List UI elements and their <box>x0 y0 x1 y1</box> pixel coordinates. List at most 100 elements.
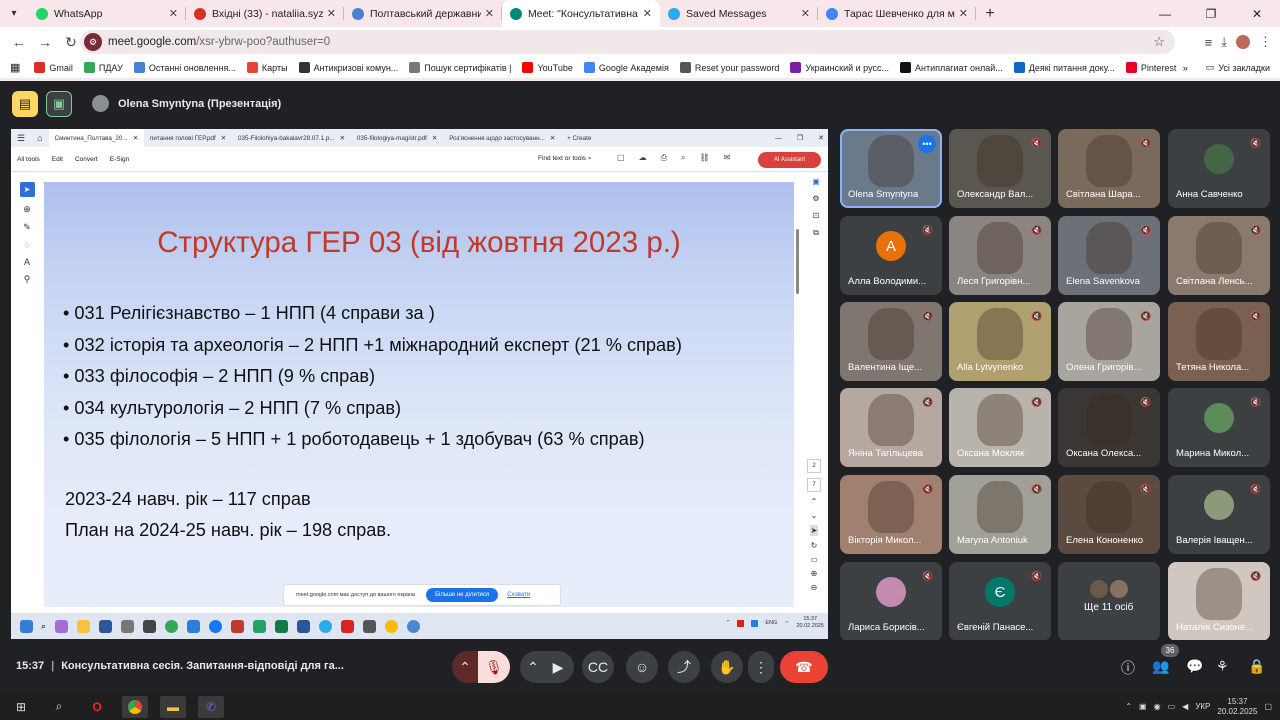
text-tool-icon[interactable]: A <box>24 257 30 267</box>
bookmark-item[interactable]: Украинский и русс... <box>790 62 889 73</box>
search-icon[interactable]: ⌕ <box>46 696 72 718</box>
chevron-down-small-icon[interactable]: ⌄ <box>811 511 818 520</box>
pdf-minimize-icon[interactable]: — <box>775 135 782 142</box>
pdf-tab[interactable]: 035-Filolohiya-bakalavr28.07.1.p... ✕ <box>232 129 351 147</box>
pdf-tab[interactable]: Сминтина_Полтава_20... ✕ <box>48 129 144 147</box>
bookmark-item[interactable]: Google Академія <box>583 62 669 73</box>
tool-esign[interactable]: E-Sign <box>110 156 130 163</box>
minimize-icon[interactable]: — <box>1142 0 1188 27</box>
pdf-tab-close-icon[interactable]: ✕ <box>432 135 437 142</box>
search-doc-icon[interactable]: ⌕ <box>681 153 685 163</box>
leave-call-button[interactable]: ☎ <box>780 651 828 683</box>
ai-assistant-button[interactable]: AI Assistant <box>758 152 821 168</box>
pdf-tab[interactable]: питання голові ГЕР.pdf ✕ <box>144 129 232 147</box>
participant-tile[interactable]: 🔇 Світлана Ленсь... <box>1168 216 1270 295</box>
info-icon[interactable]: ⓘ <box>1121 658 1135 678</box>
bookmark-item[interactable]: Пошук сертифікатів | <box>409 62 511 73</box>
browser-tab[interactable]: Saved Messages ✕ <box>660 0 818 27</box>
tab-close-icon[interactable]: ✕ <box>169 7 178 20</box>
forward-icon[interactable]: → <box>32 34 58 50</box>
bookmark-star-icon[interactable]: ☆ <box>1153 34 1165 50</box>
participant-tile[interactable]: 🔇 Elena Savenkova <box>1058 216 1160 295</box>
browser-tab[interactable]: Тарас Шевченко для молоді - ✕ <box>818 0 976 27</box>
participant-tile[interactable]: 🔇 Оксана Олекса... <box>1058 388 1160 467</box>
pdf-restore-icon[interactable]: ❐ <box>797 134 803 142</box>
pdf-home-icon[interactable]: ⌂ <box>31 129 48 147</box>
participant-tile[interactable]: 🔇 Анна Савченко <box>1168 129 1270 208</box>
pdf-tab[interactable]: 035-filologiya-magistr.pdf ✕ <box>351 129 443 147</box>
participant-tile[interactable]: 🔇 Марина Микол... <box>1168 388 1270 467</box>
pdf-tab-close-icon[interactable]: ✕ <box>340 135 345 142</box>
cursor-tool-icon[interactable]: ➤ <box>19 182 35 197</box>
tab-close-icon[interactable]: ✕ <box>643 7 652 20</box>
more-options-button[interactable]: ⋮ <box>748 651 774 683</box>
bookmark-item[interactable]: Антикризові комун... <box>298 62 398 73</box>
presentation-toggle-icon[interactable]: ▤ <box>12 91 38 117</box>
pdf-tab-close-icon[interactable]: ✕ <box>550 135 555 142</box>
participant-tile[interactable]: 🔇 Елена Кононенко <box>1058 475 1160 554</box>
participant-tile[interactable]: 🔇 Maryna Antoniuk <box>949 475 1051 554</box>
pen-tool-icon[interactable]: ✎ <box>23 222 31 233</box>
people-icon[interactable]: 👥 <box>1152 658 1169 675</box>
pdf-scrollbar[interactable] <box>796 229 799 294</box>
participant-tile[interactable]: ••• Olena Smyntyna <box>840 129 942 208</box>
bookmark-item[interactable]: Останні оновлення... <box>133 62 236 73</box>
zoom-out-icon[interactable]: ⊖ <box>811 583 818 592</box>
bookmark-item[interactable]: Деякі питання доку... <box>1013 62 1115 73</box>
participant-tile[interactable]: 🔇 Наталія Сизоне... <box>1168 562 1270 641</box>
file-explorer-icon[interactable]: ▬ <box>160 695 186 718</box>
tab-search-button[interactable]: ▾ <box>0 0 28 27</box>
tray-overflow-icon[interactable]: ⌃ <box>1125 702 1132 711</box>
notification-icon[interactable]: ▢ <box>1264 702 1272 711</box>
all-bookmarks-link[interactable]: Усі закладки <box>1218 63 1270 73</box>
chevron-up-icon[interactable]: ⌃ <box>811 497 818 506</box>
present-button[interactable]: ⤴ <box>668 651 700 683</box>
apps-grid-icon[interactable]: ▦ <box>10 61 20 74</box>
os-clock[interactable]: 15:37 20.02.2025 <box>1217 697 1257 717</box>
captions-button[interactable]: CC <box>582 651 614 683</box>
bookmark-item[interactable]: Reset your password <box>679 62 779 73</box>
pdf-tab-close-icon[interactable]: ✕ <box>221 135 226 142</box>
bookmark-panel-icon[interactable]: ⊡ <box>813 211 820 220</box>
profile-avatar[interactable] <box>1236 35 1250 49</box>
participant-tile[interactable]: 🔇 Яніна Тагільцева <box>840 388 942 467</box>
tab-close-icon[interactable]: ✕ <box>327 7 336 20</box>
browser-tab[interactable]: Meet: "Консультативна сесі ✕ <box>502 0 660 27</box>
hide-notice-link[interactable]: Сховати <box>507 592 530 598</box>
menu-icon[interactable]: ⋮ <box>1259 34 1272 50</box>
participant-tile[interactable]: 🔇 Лариса Борисів... <box>840 562 942 641</box>
tab-close-icon[interactable]: ✕ <box>959 7 968 20</box>
tool-edit[interactable]: Edit <box>52 156 63 163</box>
page-number[interactable]: 2 <box>807 459 821 473</box>
participant-tile[interactable]: Ще 11 осіб <box>1058 562 1160 641</box>
chrome-icon[interactable] <box>122 695 148 718</box>
browser-tab[interactable]: Вхідні (33) - nataliia.syzonenko ✕ <box>186 0 344 27</box>
pdf-close-icon[interactable]: ✕ <box>818 134 824 142</box>
windows-start-icon[interactable]: ⊞ <box>8 696 34 718</box>
tab-close-icon[interactable]: ✕ <box>485 7 494 20</box>
restore-icon[interactable]: ❐ <box>1188 0 1234 27</box>
participant-tile[interactable]: 🔇 Alla Lytvynenko <box>949 302 1051 381</box>
lasso-tool-icon[interactable]: ◌ <box>24 240 29 250</box>
stamp-tool-icon[interactable]: ⚲ <box>24 274 31 285</box>
zoom-in-icon[interactable]: ⊕ <box>811 569 818 578</box>
network-icon[interactable]: ▭ <box>1168 702 1176 711</box>
tool-all-tools[interactable]: All tools <box>17 156 40 163</box>
page-icon[interactable]: ▭ <box>810 555 818 564</box>
participant-tile[interactable]: 🔇 Леся Григорівн... <box>949 216 1051 295</box>
reactions-button[interactable]: ☺ <box>626 651 658 683</box>
download-icon[interactable]: ⤓ <box>1221 34 1227 50</box>
bookmark-item[interactable]: Pinterest <box>1125 62 1176 73</box>
print-icon[interactable]: ⎙ <box>661 153 667 163</box>
participant-tile[interactable]: 🔇 Валентина Іще... <box>840 302 942 381</box>
participant-tile[interactable]: 🔇 Оксана Мокляк <box>949 388 1051 467</box>
participant-tile[interactable]: 🔇 Валерія Іващен... <box>1168 475 1270 554</box>
back-icon[interactable]: ← <box>6 34 32 50</box>
camera-button[interactable]: ▶ <box>542 651 574 683</box>
chat-icon[interactable]: 💬 <box>1186 658 1203 675</box>
bookmark-item[interactable]: YouTube <box>522 62 573 73</box>
participant-tile[interactable]: 🔇 Вікторія Микол... <box>840 475 942 554</box>
stop-sharing-button[interactable]: Більше не ділитися <box>426 588 499 602</box>
participant-tile[interactable]: 🔇 Світлана Шара... <box>1058 129 1160 208</box>
bookmark-item[interactable]: Gmail <box>34 62 73 73</box>
